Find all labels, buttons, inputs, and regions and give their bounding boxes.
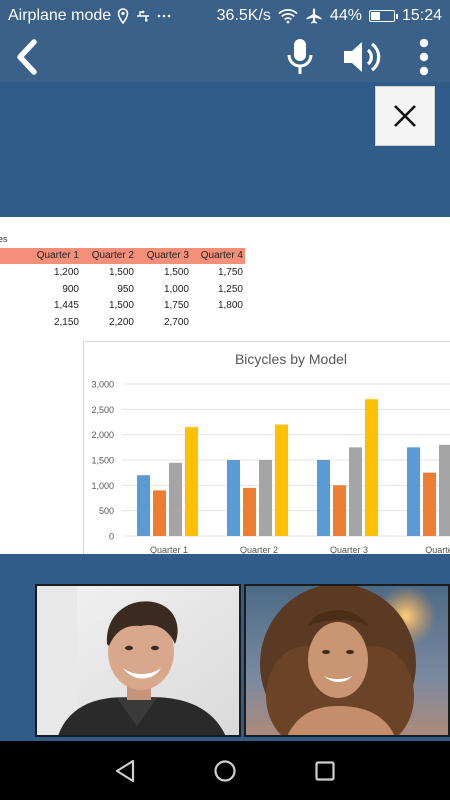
network-speed: 36.5K/s — [216, 7, 271, 24]
sheet-cell: 2,700 — [163, 316, 189, 328]
sheet-cell: 1,445 — [53, 300, 79, 311]
video-call-screen: Airplane mode 36.5K/s 44% 15:24 es Quart… — [0, 0, 450, 800]
sheet-cell: 1,800 — [217, 300, 243, 311]
back-button[interactable] — [4, 32, 50, 82]
chart-bar — [275, 424, 288, 536]
shared-document: es Quarter 1 Quarter 2 Quarter 3 Quarter 4 1… — [0, 217, 450, 554]
y-tick-label: 1,000 — [91, 481, 114, 491]
chart-bar — [169, 462, 182, 536]
sheet-header-cell: Quarter 1 — [36, 250, 79, 261]
sheet-cell: 1,500 — [108, 300, 134, 311]
speaker-icon — [344, 42, 381, 72]
chevron-left-icon — [17, 39, 37, 75]
participant-video-2[interactable] — [244, 584, 450, 737]
call-toolbar — [0, 32, 450, 82]
status-bar: Airplane mode 36.5K/s 44% 15:24 — [0, 0, 450, 32]
nav-home-circle-icon — [214, 759, 236, 782]
microphone-icon — [287, 39, 313, 74]
chart-title: Bicycles by Model — [235, 351, 347, 367]
sheet-cell: 1,000 — [163, 283, 189, 295]
chart-bar — [365, 399, 378, 536]
sheet-cell: 1,200 — [53, 267, 79, 278]
sheet-cell: 1,750 — [217, 267, 243, 278]
sheet-cell: 900 — [62, 283, 79, 295]
chart-bar — [137, 475, 150, 536]
close-icon — [394, 105, 416, 127]
chart-bar — [439, 444, 450, 536]
chart-bar — [153, 490, 166, 536]
battery-level-fill — [370, 12, 381, 20]
y-tick-label: 2,500 — [91, 405, 114, 415]
chart-bar — [227, 460, 240, 536]
chart-bar — [185, 427, 198, 536]
microphone-button[interactable] — [278, 32, 322, 82]
participant-video-1[interactable] — [35, 584, 241, 737]
x-tick-label: Quarter 1 — [150, 545, 188, 554]
nav-back-button[interactable] — [95, 741, 155, 800]
more-dots-icon — [157, 13, 171, 19]
usb-icon — [135, 9, 151, 23]
sheet-cell: 950 — [117, 283, 134, 295]
y-tick-label: 500 — [99, 506, 114, 516]
overflow-menu-button[interactable] — [406, 32, 442, 82]
sheet-title-fragment: es — [0, 234, 8, 244]
chart-bicycles-by-model: Bicycles by Model 0 500 1,000 1,500 2,000 2,50… — [83, 341, 450, 554]
nav-back-triangle-icon — [115, 759, 135, 782]
sheet-cell: 1,500 — [108, 267, 134, 278]
nav-home-button[interactable] — [195, 741, 255, 800]
sheet-cell: 1,500 — [163, 267, 189, 278]
battery-percent: 44% — [329, 7, 362, 24]
sheet-header-cell: Quarter 2 — [91, 250, 134, 261]
x-tick-label: Quarter 2 — [240, 545, 278, 554]
chart-bar — [349, 447, 362, 536]
chart-bar — [243, 487, 256, 536]
chart-bar — [259, 460, 272, 536]
x-tick-label: Quarter 3 — [330, 545, 368, 554]
close-share-button[interactable] — [375, 86, 435, 146]
overflow-menu-icon — [419, 38, 429, 76]
system-nav-bar — [0, 741, 450, 800]
sheet-header-cell: Quarter 3 — [146, 250, 189, 261]
airplane-mode-label: Airplane mode — [8, 7, 112, 24]
chart-bar — [317, 460, 330, 536]
participant-man-video — [37, 586, 239, 735]
wifi-icon — [278, 8, 298, 24]
y-tick-label: 1,500 — [91, 456, 114, 466]
chart-svg: Bicycles by Model 0 500 1,000 1,500 2,000 2,50… — [91, 351, 450, 554]
x-tick-label: Quarte — [425, 545, 450, 554]
sheet-cell: 2,150 — [53, 316, 79, 328]
sheet-cell: 1,250 — [217, 283, 243, 295]
y-tick-label: 3,000 — [91, 380, 114, 390]
sheet-cell: 1,750 — [163, 300, 189, 311]
y-tick-label: 2,000 — [91, 430, 114, 440]
y-tick-label: 0 — [109, 532, 114, 542]
participant-woman-video — [246, 586, 448, 735]
chart-bar — [407, 447, 420, 536]
clock: 15:24 — [401, 7, 442, 24]
nav-recents-button[interactable] — [295, 741, 355, 800]
battery-icon — [368, 10, 398, 22]
sheet-cell: 2,200 — [108, 316, 134, 328]
speaker-button[interactable] — [338, 32, 388, 82]
chart-bar — [333, 485, 346, 536]
chart-bar — [423, 472, 436, 536]
nav-recents-square-icon — [315, 760, 335, 781]
airplane-icon — [305, 7, 323, 25]
sheet-header-cell: Quarter 4 — [200, 250, 243, 261]
location-icon — [117, 8, 129, 24]
